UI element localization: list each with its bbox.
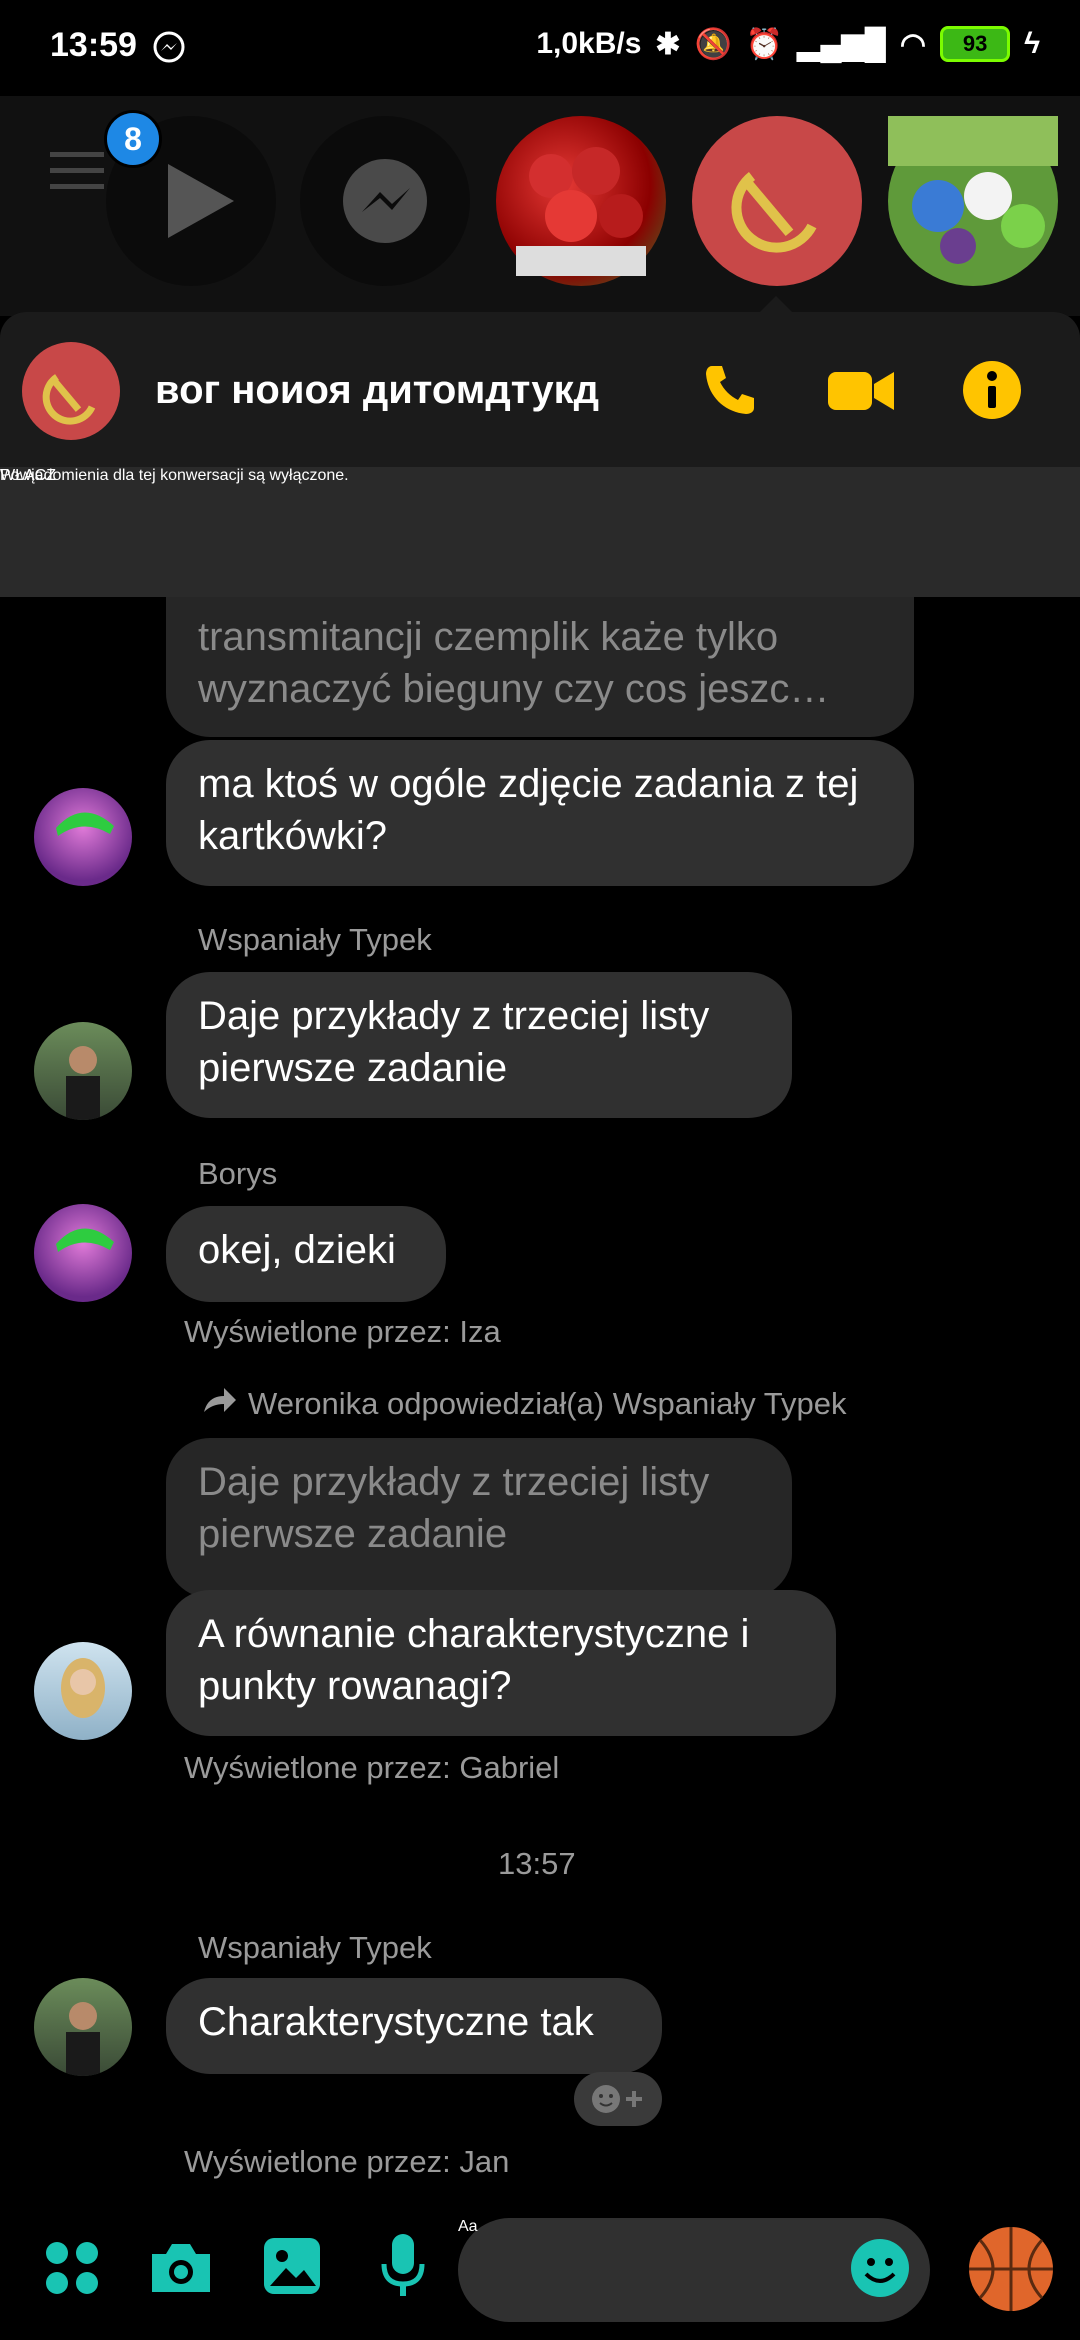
messenger-status-icon: [152, 30, 186, 69]
status-time: 13:59: [50, 26, 137, 64]
video-camera-icon: [828, 372, 894, 410]
avatar-wspanialy-typek[interactable]: [34, 1022, 132, 1120]
vegetables-image: [888, 116, 1058, 264]
microphone-icon: [381, 2234, 425, 2296]
strawberry-image: [516, 147, 646, 276]
quoted-message[interactable]: Daje przykłady z trzeciej listy pierwsze…: [166, 1438, 792, 1598]
mute-icon: 🔕: [694, 27, 732, 61]
message-bubble[interactable]: A równanie charakterystyczne i punkty ro…: [166, 1590, 836, 1736]
emoji-button[interactable]: [850, 2238, 910, 2303]
message-bubble[interactable]: okej, dzieki: [166, 1206, 446, 1302]
quoted-message[interactable]: transmitancji czemplik każe tylko wyznac…: [166, 597, 914, 737]
chat-head-vegetables[interactable]: [888, 116, 1058, 286]
charging-icon: ϟ: [1024, 27, 1040, 60]
signal-icon: ▂▄▆█: [797, 27, 886, 61]
notification-muted-banner: [0, 467, 1080, 597]
alarm-icon: ⏰: [745, 27, 784, 61]
muted-notice-text: Powiadomienia dla tej konwersacji są wył…: [0, 467, 349, 484]
camera-button[interactable]: [148, 2240, 214, 2301]
camera-icon: [152, 2244, 210, 2292]
status-bar: 13:59 1,0kB/s ✱ 🔕 ⏰ ▂▄▆█ ◠ 93 ϟ: [0, 0, 1080, 96]
more-actions-button[interactable]: [44, 2240, 100, 2301]
avatar-weronika[interactable]: [34, 1642, 132, 1740]
chat-head-messenger[interactable]: [300, 116, 470, 286]
grid-icon: [46, 2242, 98, 2294]
reply-icon: [202, 1386, 238, 1421]
gallery-button[interactable]: [262, 2236, 322, 2301]
add-reaction-icon: [592, 2085, 642, 2113]
basketball-icon: [969, 2227, 1053, 2311]
image-icon: [264, 2238, 320, 2294]
voice-message-button[interactable]: [378, 2232, 428, 2305]
net-speed: 1,0kB/s: [536, 27, 642, 60]
reply-info-text: Weronika odpowiedział(a) Wspaniały Typek: [248, 1386, 847, 1421]
timestamp-divider: 13:57: [498, 1846, 576, 1881]
seen-by-text: Wyświetlone przez: Iza: [184, 1314, 501, 1349]
avatar-borys[interactable]: [34, 788, 132, 886]
hammer-sickle-image: [731, 172, 817, 253]
sender-name: Wspaniały Typek: [198, 1930, 432, 1965]
call-button[interactable]: [698, 360, 758, 425]
sender-name: Wspaniały Typek: [198, 922, 432, 957]
message-input-placeholder: Aa: [458, 2218, 478, 2235]
avatar-wspanialy-typek[interactable]: [34, 1978, 132, 2076]
video-call-button[interactable]: [826, 366, 896, 421]
seen-by-text: Wyświetlone przez: Gabriel: [184, 1750, 560, 1785]
notification-badge: 8: [104, 110, 162, 168]
info-icon: [963, 361, 1021, 419]
sender-name: Borys: [198, 1156, 278, 1191]
group-avatar[interactable]: [22, 342, 120, 440]
enable-notifications-button[interactable]: WŁĄCZ: [0, 467, 56, 485]
chat-head-group-active[interactable]: [692, 116, 862, 286]
phone-icon: [706, 366, 754, 414]
menu-icon[interactable]: [50, 150, 104, 195]
info-button[interactable]: [962, 360, 1022, 425]
basketball-button[interactable]: [966, 2224, 1056, 2319]
bluetooth-icon: ✱: [655, 27, 681, 61]
wifi-icon: ◠: [899, 27, 927, 61]
messenger-icon: [343, 159, 427, 243]
avatar-borys[interactable]: [34, 1204, 132, 1302]
message-bubble[interactable]: Charakterystyczne tak: [166, 1978, 662, 2074]
chat-head-strawberries[interactable]: [496, 116, 666, 286]
seen-by-text: Wyświetlone przez: Jan: [184, 2144, 510, 2179]
conversation-title[interactable]: вог ноиоя дитомдтукд: [155, 368, 599, 413]
add-reaction-button[interactable]: [574, 2072, 662, 2126]
emoji-icon: [851, 2239, 909, 2297]
message-bubble[interactable]: Daje przykłady z trzeciej listy pierwsze…: [166, 972, 792, 1118]
battery-icon: 93: [940, 26, 1011, 62]
status-right: 1,0kB/s ✱ 🔕 ⏰ ▂▄▆█ ◠ 93 ϟ: [536, 26, 1040, 62]
message-bubble[interactable]: ma ktoś w ogóle zdjęcie zadania z tej ka…: [166, 740, 914, 886]
